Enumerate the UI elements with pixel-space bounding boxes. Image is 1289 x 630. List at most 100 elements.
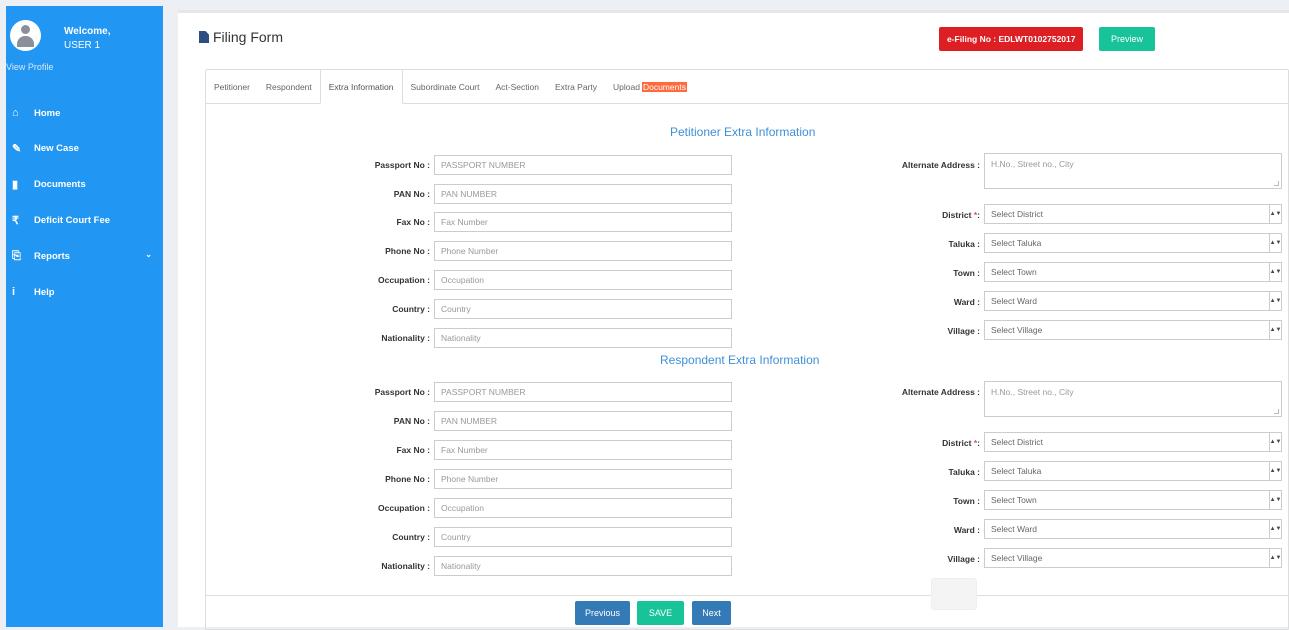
ward-label: Ward : xyxy=(953,297,980,307)
next-button[interactable]: Next xyxy=(692,601,731,625)
dropdown-arrow-icon: ▲▼ xyxy=(1269,549,1281,567)
reports-icon: ⎘ xyxy=(12,249,21,262)
app-frame: Welcome, USER 1 View Profile ⌂ Home ✎ Ne… xyxy=(0,0,1289,630)
phone-label: Phone No : xyxy=(385,246,430,256)
title-bar: Filing Form e-Filing No : EDLWT010275201… xyxy=(178,13,1289,65)
select-value: Select Village xyxy=(991,325,1043,335)
tab-highlight: Documents xyxy=(641,82,687,92)
tab-upload-documents[interactable]: Upload Documents xyxy=(605,70,695,104)
country-label: Country : xyxy=(392,304,430,314)
ward-label: Ward : xyxy=(953,525,980,535)
district-label: District *: xyxy=(846,438,980,448)
preview-button[interactable]: Preview xyxy=(1099,27,1155,51)
sidebar-item-home[interactable]: ⌂ Home xyxy=(12,104,158,122)
fax-input[interactable]: Fax Number xyxy=(434,440,732,460)
select-value: Select Town xyxy=(991,267,1037,277)
resize-grip-icon[interactable] xyxy=(1274,181,1279,186)
colon: : xyxy=(977,438,980,448)
district-label: District *: xyxy=(846,210,980,220)
alternate-address-placeholder: H.No., Street no., City xyxy=(991,159,1074,169)
tab-respondent[interactable]: Respondent xyxy=(258,70,320,104)
district-label-text: District xyxy=(942,438,972,448)
district-select[interactable]: Select District ▲▼ xyxy=(984,432,1282,452)
ward-select[interactable]: Select Ward ▲▼ xyxy=(984,519,1282,539)
tab-label: Upload xyxy=(613,82,640,92)
sidebar-item-label: New Case xyxy=(34,142,79,154)
edit-icon: ✎ xyxy=(12,142,22,155)
chevron-down-icon: ⌄ xyxy=(145,250,152,259)
country-input[interactable]: Country xyxy=(434,299,732,319)
ward-select[interactable]: Select Ward ▲▼ xyxy=(984,291,1282,311)
select-value: Select Town xyxy=(991,495,1037,505)
dropdown-arrow-icon: ▲▼ xyxy=(1269,321,1281,339)
user-name: USER 1 xyxy=(64,40,101,51)
tab-petitioner[interactable]: Petitioner xyxy=(206,70,258,104)
page-title: Filing Form xyxy=(199,29,283,45)
pan-label: PAN No : xyxy=(393,189,430,199)
district-select[interactable]: Select District ▲▼ xyxy=(984,204,1282,224)
country-label: Country : xyxy=(392,532,430,542)
alternate-address-input[interactable]: H.No., Street no., City xyxy=(984,153,1282,189)
sidebar-item-label: Home xyxy=(34,107,61,119)
sidebar-item-label: Help xyxy=(34,286,55,298)
dropdown-arrow-icon: ▲▼ xyxy=(1269,491,1281,509)
select-value: Select Ward xyxy=(991,524,1037,534)
sidebar-item-reports[interactable]: ⎘ Reports ⌄ xyxy=(12,247,158,265)
country-input[interactable]: Country xyxy=(434,527,732,547)
view-profile-link[interactable]: View Profile xyxy=(6,62,53,72)
phone-input[interactable]: Phone Number xyxy=(434,469,732,489)
alternate-address-label: Alternate Address : xyxy=(901,160,980,170)
sidebar-item-documents[interactable]: ▮ Documents xyxy=(12,175,158,193)
form-tabs: Petitioner Respondent Extra Information … xyxy=(206,70,1289,104)
village-select[interactable]: Select Village ▲▼ xyxy=(984,320,1282,340)
occupation-input[interactable]: Occupation xyxy=(434,498,732,518)
tab-subordinate-court[interactable]: Subordinate Court xyxy=(403,70,488,104)
nationality-label: Nationality : xyxy=(381,561,430,571)
previous-button[interactable]: Previous xyxy=(575,601,630,625)
floating-widget[interactable] xyxy=(931,578,977,610)
fax-input[interactable]: Fax Number xyxy=(434,212,732,232)
phone-label: Phone No : xyxy=(385,474,430,484)
form-panel: Petitioner Respondent Extra Information … xyxy=(205,69,1289,630)
tab-extra-information[interactable]: Extra Information xyxy=(319,70,403,104)
sidebar-item-deficit-court-fee[interactable]: ₹ Deficit Court Fee xyxy=(12,211,158,229)
resize-grip-icon[interactable] xyxy=(1274,409,1279,414)
alternate-address-label: Alternate Address : xyxy=(901,387,980,397)
avatar xyxy=(10,20,41,51)
town-select[interactable]: Select Town ▲▼ xyxy=(984,490,1282,510)
pan-input[interactable]: PAN NUMBER xyxy=(434,184,732,204)
info-icon: i xyxy=(12,286,16,298)
passport-input[interactable]: PASSPORT NUMBER xyxy=(434,155,732,175)
welcome-text: Welcome, xyxy=(64,26,111,37)
sidebar-item-help[interactable]: i Help xyxy=(12,283,158,301)
document-icon xyxy=(199,31,209,43)
save-button[interactable]: SAVE xyxy=(637,601,684,625)
taluka-label: Taluka : xyxy=(948,467,981,477)
home-icon: ⌂ xyxy=(12,107,19,119)
dropdown-arrow-icon: ▲▼ xyxy=(1269,292,1281,310)
respondent-section-title: Respondent Extra Information xyxy=(660,353,820,367)
sidebar-item-new-case[interactable]: ✎ New Case xyxy=(12,139,158,157)
taluka-label: Taluka : xyxy=(948,239,981,249)
dropdown-arrow-icon: ▲▼ xyxy=(1269,520,1281,538)
occupation-label: Occupation : xyxy=(378,275,430,285)
tab-extra-party[interactable]: Extra Party xyxy=(547,70,605,104)
colon: : xyxy=(977,210,980,220)
taluka-select[interactable]: Select Taluka ▲▼ xyxy=(984,461,1282,481)
dropdown-arrow-icon: ▲▼ xyxy=(1269,462,1281,480)
main-content: Filing Form e-Filing No : EDLWT010275201… xyxy=(178,10,1289,630)
pan-input[interactable]: PAN NUMBER xyxy=(434,411,732,431)
select-value: Select Taluka xyxy=(991,238,1042,248)
town-select[interactable]: Select Town ▲▼ xyxy=(984,262,1282,282)
select-value: Select Ward xyxy=(991,296,1037,306)
form-footer-divider xyxy=(206,595,1289,596)
alternate-address-input[interactable]: H.No., Street no., City xyxy=(984,381,1282,417)
village-select[interactable]: Select Village ▲▼ xyxy=(984,548,1282,568)
phone-input[interactable]: Phone Number xyxy=(434,241,732,261)
taluka-select[interactable]: Select Taluka ▲▼ xyxy=(984,233,1282,253)
tab-act-section[interactable]: Act-Section xyxy=(488,70,547,104)
passport-input[interactable]: PASSPORT NUMBER xyxy=(434,382,732,402)
nationality-input[interactable]: Nationality xyxy=(434,556,732,576)
occupation-input[interactable]: Occupation xyxy=(434,270,732,290)
nationality-input[interactable]: Nationality xyxy=(434,328,732,348)
